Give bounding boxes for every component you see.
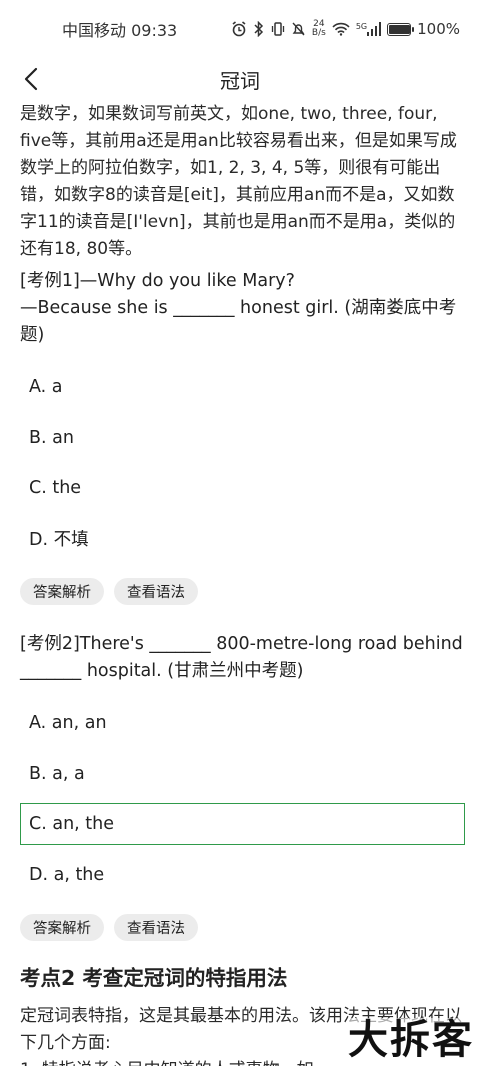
chevron-left-icon (24, 67, 38, 91)
net-speed: 24 B/s (312, 20, 326, 38)
battery-level: 100% (417, 20, 460, 38)
intro-paragraph: 是数字，如果数词写前英文，如one, two, three, four, fiv… (20, 104, 457, 259)
example1-analysis-button[interactable]: 答案解析 (20, 578, 104, 605)
bluetooth-icon (253, 21, 265, 37)
example2-question: [考例2]There's _______ 800-metre-long road… (20, 634, 463, 681)
back-button[interactable] (14, 62, 48, 96)
mute-bell-icon (291, 21, 306, 37)
example2-option-a[interactable]: A. an, an (20, 702, 465, 744)
page-title: 冠词 (220, 68, 260, 93)
example2-option-d[interactable]: D. a, the (20, 854, 465, 896)
example2-option-c[interactable]: C. an, the (20, 803, 465, 845)
example2-option-b[interactable]: B. a, a (20, 753, 465, 795)
example1-grammar-button[interactable]: 查看语法 (114, 578, 198, 605)
example2-options: A. an, an B. a, a C. an, the D. a, the (20, 702, 465, 904)
example1-option-d[interactable]: D. 不填 (20, 518, 465, 560)
example2-actions: 答案解析 查看语法 (20, 914, 198, 941)
carrier-time: 中国移动 09:33 (62, 21, 178, 40)
alarm-icon (231, 21, 247, 37)
status-right: 24 B/s 5G 100% (231, 20, 460, 38)
wifi-icon (332, 22, 350, 36)
article-content: 是数字，如果数词写前英文，如one, two, three, four, fiv… (20, 101, 465, 1066)
battery-icon (387, 22, 415, 36)
net-speed-unit: B/s (311, 28, 326, 38)
watermark-logo: 大拆客 (348, 1016, 474, 1063)
example1-actions: 答案解析 查看语法 (20, 578, 198, 605)
example1-option-b[interactable]: B. an (20, 417, 465, 459)
example2-grammar-button[interactable]: 查看语法 (114, 914, 198, 941)
section-title: 考点2 考查定冠词的特指用法 (20, 966, 288, 990)
nav-header: 冠词 (0, 58, 480, 100)
example1-options: A. a B. an C. the D. 不填 (20, 366, 465, 568)
example1-option-a[interactable]: A. a (20, 366, 465, 408)
signal-icon: 5G (355, 22, 382, 36)
status-left: 中国移动 09:33 (62, 17, 177, 41)
vibrate-icon (271, 21, 285, 37)
status-bar: 中国移动 09:33 24 B/s 5G 100% (0, 0, 480, 58)
signal-label: 5G (355, 22, 368, 31)
example1-option-c[interactable]: C. the (20, 467, 465, 509)
example2-analysis-button[interactable]: 答案解析 (20, 914, 104, 941)
example1-line1: [考例1]—Why do you like Mary? (20, 271, 295, 291)
example1-question: [考例1]—Why do you like Mary? —Because she… (20, 268, 465, 349)
example1-line2: —Because she is _______ honest girl. (湖南… (20, 298, 457, 345)
